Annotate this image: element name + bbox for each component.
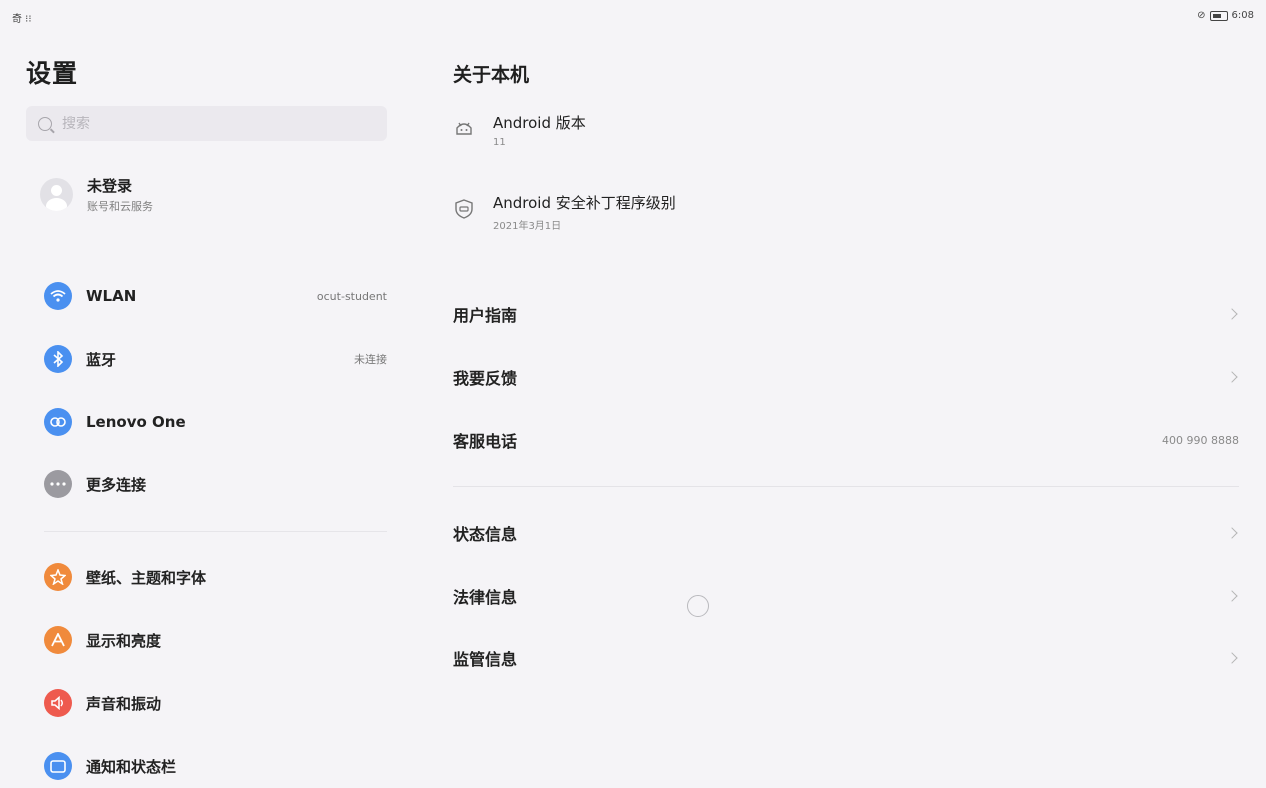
legal-info-row[interactable]: 法律信息 (453, 581, 1239, 611)
divider (453, 486, 1239, 487)
sidebar-item-bluetooth[interactable]: 蓝牙 未连接 (44, 344, 387, 374)
chevron-right-icon (1226, 308, 1238, 320)
status-left-text: 奇 ⁝⁝ (12, 14, 32, 25)
chevron-right-icon (1226, 527, 1238, 539)
account-subtitle: 账号和云服务 (87, 199, 153, 213)
security-patch-item[interactable]: Android 安全补丁程序级别 2021年3月1日 (453, 192, 676, 232)
sidebar-item-label: 壁纸、主题和字体 (86, 568, 207, 587)
bluetooth-icon (44, 345, 72, 373)
sidebar-item-more-connections[interactable]: 更多连接 (44, 469, 387, 499)
sidebar-item-label: WLAN (86, 287, 137, 305)
theme-icon (44, 563, 72, 591)
android-version-text: Android 版本 11 (493, 112, 586, 148)
chevron-right-icon (1226, 652, 1238, 664)
lenovo-one-icon (44, 408, 72, 436)
divider (44, 531, 387, 532)
sidebar-item-label: 蓝牙 (86, 350, 117, 369)
android-icon (453, 118, 475, 140)
chevron-right-icon (1226, 371, 1238, 383)
page-title: 设置 (26, 59, 79, 88)
avatar (40, 177, 73, 211)
service-phone-number: 400 990 8888 (1162, 433, 1239, 447)
sidebar-item-label: 声音和振动 (86, 694, 162, 713)
status-info-row[interactable]: 状态信息 (453, 518, 1239, 548)
sound-icon (44, 689, 72, 717)
status-bar-left: 奇 ⁝⁝ (12, 10, 32, 25)
about-device-pane: 关于本机 Android 版本 11 Android 安全补丁程序级别 2021… (412, 34, 1266, 788)
user-guide-row[interactable]: 用户指南 (453, 299, 1239, 329)
info-title: Android 版本 (493, 114, 586, 132)
notification-icon (44, 752, 72, 780)
regulatory-info-row[interactable]: 监管信息 (453, 643, 1239, 673)
account-entry[interactable]: 未登录 账号和云服务 (40, 174, 390, 214)
sidebar-item-value: 未连接 (354, 353, 387, 366)
alarm-icon: ⊘ (1197, 10, 1206, 21)
account-name: 未登录 (87, 176, 133, 195)
sidebar-item-label: 显示和亮度 (86, 631, 162, 650)
row-label: 用户指南 (453, 306, 518, 325)
sidebar-item-label: 通知和状态栏 (86, 757, 177, 776)
sidebar-item-label: Lenovo One (86, 413, 186, 431)
status-bar-right: ⊘ 6:08 (1197, 10, 1254, 21)
sidebar-item-label: 更多连接 (86, 475, 147, 494)
account-text: 未登录 账号和云服务 (87, 175, 153, 214)
row-label: 我要反馈 (453, 369, 518, 388)
sidebar-item-wlan[interactable]: WLAN ocut-student (44, 281, 387, 311)
row-label: 状态信息 (453, 525, 518, 544)
touch-indicator (687, 595, 709, 617)
sidebar-item-sound-vibration[interactable]: 声音和振动 (44, 688, 387, 718)
row-label: 客服电话 (453, 432, 518, 451)
row-label: 法律信息 (453, 588, 518, 607)
sidebar-item-value: ocut-student (316, 289, 387, 303)
wifi-icon (44, 282, 72, 310)
more-icon (44, 470, 72, 498)
feedback-row[interactable]: 我要反馈 (453, 362, 1239, 392)
info-subtitle: 2021年3月1日 (493, 221, 562, 232)
info-subtitle: 11 (493, 137, 506, 148)
search-bar[interactable] (26, 106, 387, 141)
search-icon (38, 116, 52, 131)
sidebar-item-notifications-statusbar[interactable]: 通知和状态栏 (44, 751, 387, 781)
status-bar: 奇 ⁝⁝ ⊘ 6:08 (0, 0, 1266, 34)
battery-icon (1209, 10, 1228, 21)
chevron-right-icon (1226, 590, 1238, 602)
search-input[interactable] (62, 115, 362, 132)
sidebar-item-display-brightness[interactable]: 显示和亮度 (44, 625, 387, 655)
row-label: 监管信息 (453, 650, 518, 669)
service-phone-row[interactable]: 客服电话 400 990 8888 (453, 425, 1239, 455)
android-version-item[interactable]: Android 版本 11 (453, 112, 586, 148)
shield-icon (453, 198, 475, 220)
sidebar-item-wallpaper-theme-font[interactable]: 壁纸、主题和字体 (44, 562, 387, 592)
info-title: Android 安全补丁程序级别 (493, 194, 676, 212)
display-icon (44, 626, 72, 654)
settings-sidebar: 设置 未登录 账号和云服务 WLAN ocut-student 蓝牙 未连接 L… (0, 34, 412, 788)
security-patch-text: Android 安全补丁程序级别 2021年3月1日 (493, 192, 676, 232)
section-title: 关于本机 (453, 64, 530, 86)
clock: 6:08 (1231, 10, 1254, 21)
sidebar-item-lenovo-one[interactable]: Lenovo One (44, 407, 387, 437)
